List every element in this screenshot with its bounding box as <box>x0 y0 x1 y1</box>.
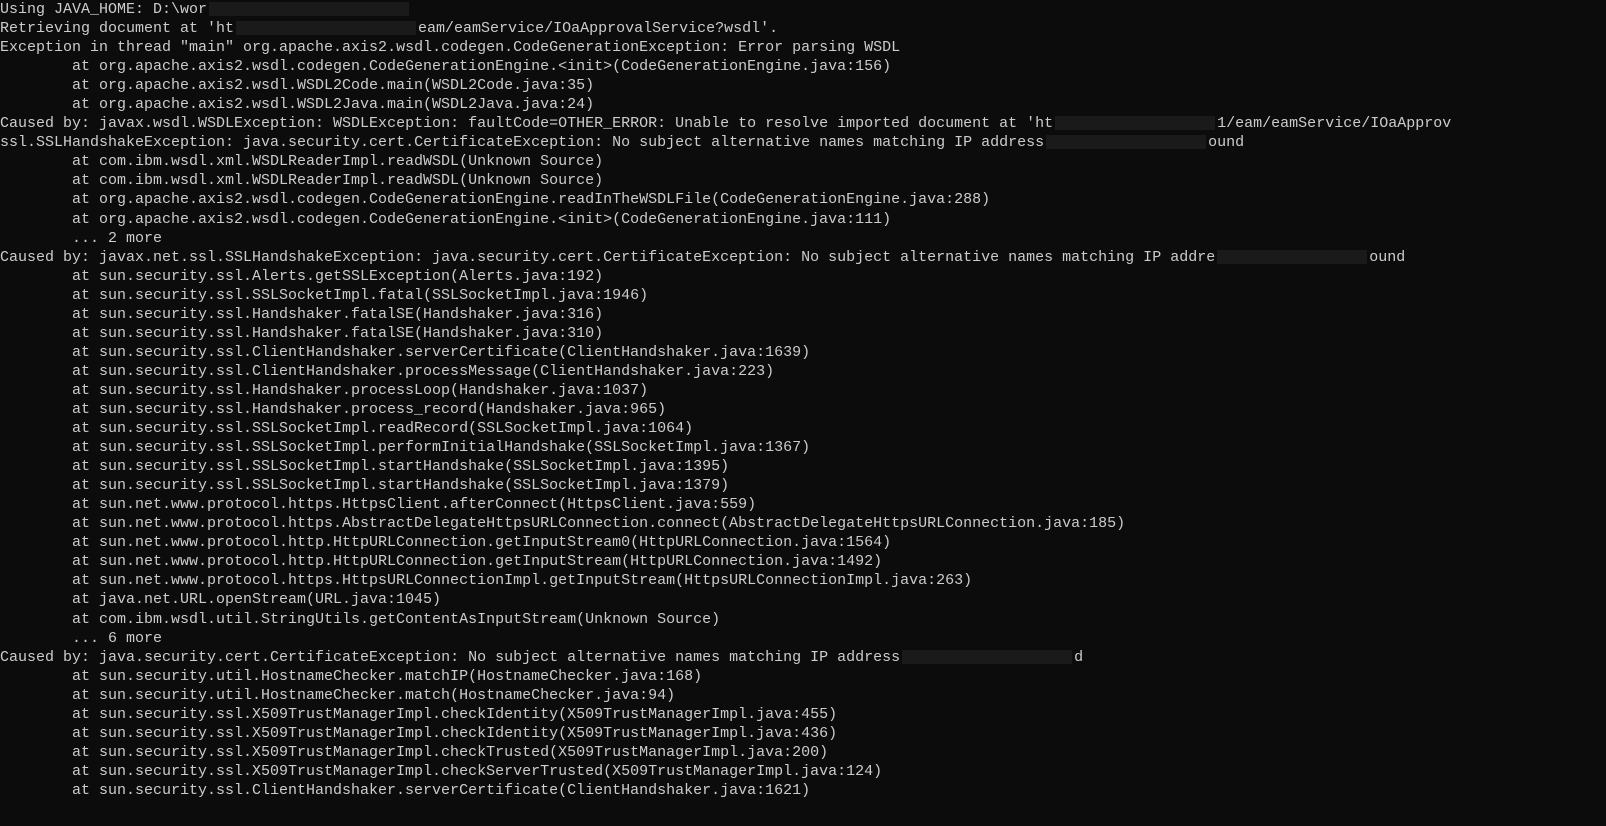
terminal-line: at sun.net.www.protocol.http.HttpURLConn… <box>0 533 1606 552</box>
terminal-line: at sun.security.ssl.Handshaker.processLo… <box>0 381 1606 400</box>
terminal-line: at sun.security.ssl.ClientHandshaker.ser… <box>0 781 1606 800</box>
terminal-line: at sun.security.ssl.ClientHandshaker.ser… <box>0 343 1606 362</box>
terminal-line: at sun.security.ssl.SSLSocketImpl.startH… <box>0 476 1606 495</box>
terminal-line: Using JAVA_HOME: D:\wor <box>0 0 1606 19</box>
terminal-line: at sun.security.ssl.SSLSocketImpl.startH… <box>0 457 1606 476</box>
terminal-line: at sun.net.www.protocol.https.HttpsClien… <box>0 495 1606 514</box>
redacted-block <box>1046 135 1206 149</box>
terminal-line: at sun.security.ssl.X509TrustManagerImpl… <box>0 743 1606 762</box>
terminal-line: Exception in thread "main" org.apache.ax… <box>0 38 1606 57</box>
terminal-line: Caused by: javax.net.ssl.SSLHandshakeExc… <box>0 248 1606 267</box>
terminal-line: ... 6 more <box>0 629 1606 648</box>
terminal-line: ... 2 more <box>0 229 1606 248</box>
terminal-line: at org.apache.axis2.wsdl.codegen.CodeGen… <box>0 57 1606 76</box>
terminal-line: Caused by: javax.wsdl.WSDLException: WSD… <box>0 114 1606 133</box>
terminal-line: at sun.net.www.protocol.https.AbstractDe… <box>0 514 1606 533</box>
terminal-line: at sun.security.ssl.Handshaker.fatalSE(H… <box>0 324 1606 343</box>
terminal-line: at sun.security.util.HostnameChecker.mat… <box>0 686 1606 705</box>
terminal-line: at sun.net.www.protocol.http.HttpURLConn… <box>0 552 1606 571</box>
terminal-line: at org.apache.axis2.wsdl.WSDL2Java.main(… <box>0 95 1606 114</box>
terminal-line: at sun.security.ssl.SSLSocketImpl.readRe… <box>0 419 1606 438</box>
terminal-line: at com.ibm.wsdl.util.StringUtils.getCont… <box>0 610 1606 629</box>
terminal-line: at org.apache.axis2.wsdl.WSDL2Code.main(… <box>0 76 1606 95</box>
terminal-line: at sun.security.ssl.SSLSocketImpl.fatal(… <box>0 286 1606 305</box>
terminal-line: at sun.security.ssl.Handshaker.process_r… <box>0 400 1606 419</box>
redacted-block <box>902 650 1072 664</box>
terminal-output[interactable]: Using JAVA_HOME: D:\worRetrieving docume… <box>0 0 1606 800</box>
terminal-line: at com.ibm.wsdl.xml.WSDLReaderImpl.readW… <box>0 152 1606 171</box>
terminal-line: at java.net.URL.openStream(URL.java:1045… <box>0 590 1606 609</box>
terminal-line: at sun.net.www.protocol.https.HttpsURLCo… <box>0 571 1606 590</box>
redacted-block <box>209 2 409 16</box>
terminal-line: at org.apache.axis2.wsdl.codegen.CodeGen… <box>0 190 1606 209</box>
redacted-block <box>1217 250 1367 264</box>
terminal-line: at org.apache.axis2.wsdl.codegen.CodeGen… <box>0 210 1606 229</box>
terminal-line: ssl.SSLHandshakeException: java.security… <box>0 133 1606 152</box>
terminal-line: at sun.security.ssl.X509TrustManagerImpl… <box>0 762 1606 781</box>
redacted-block <box>236 21 416 35</box>
terminal-line: at sun.security.ssl.ClientHandshaker.pro… <box>0 362 1606 381</box>
terminal-line: Caused by: java.security.cert.Certificat… <box>0 648 1606 667</box>
redacted-block <box>1055 116 1215 130</box>
terminal-line: at sun.security.ssl.Handshaker.fatalSE(H… <box>0 305 1606 324</box>
terminal-line: Retrieving document at 'hteam/eamService… <box>0 19 1606 38</box>
terminal-line: at sun.security.ssl.X509TrustManagerImpl… <box>0 705 1606 724</box>
terminal-line: at sun.security.ssl.Alerts.getSSLExcepti… <box>0 267 1606 286</box>
terminal-line: at sun.security.util.HostnameChecker.mat… <box>0 667 1606 686</box>
terminal-line: at sun.security.ssl.X509TrustManagerImpl… <box>0 724 1606 743</box>
terminal-line: at com.ibm.wsdl.xml.WSDLReaderImpl.readW… <box>0 171 1606 190</box>
terminal-line: at sun.security.ssl.SSLSocketImpl.perfor… <box>0 438 1606 457</box>
